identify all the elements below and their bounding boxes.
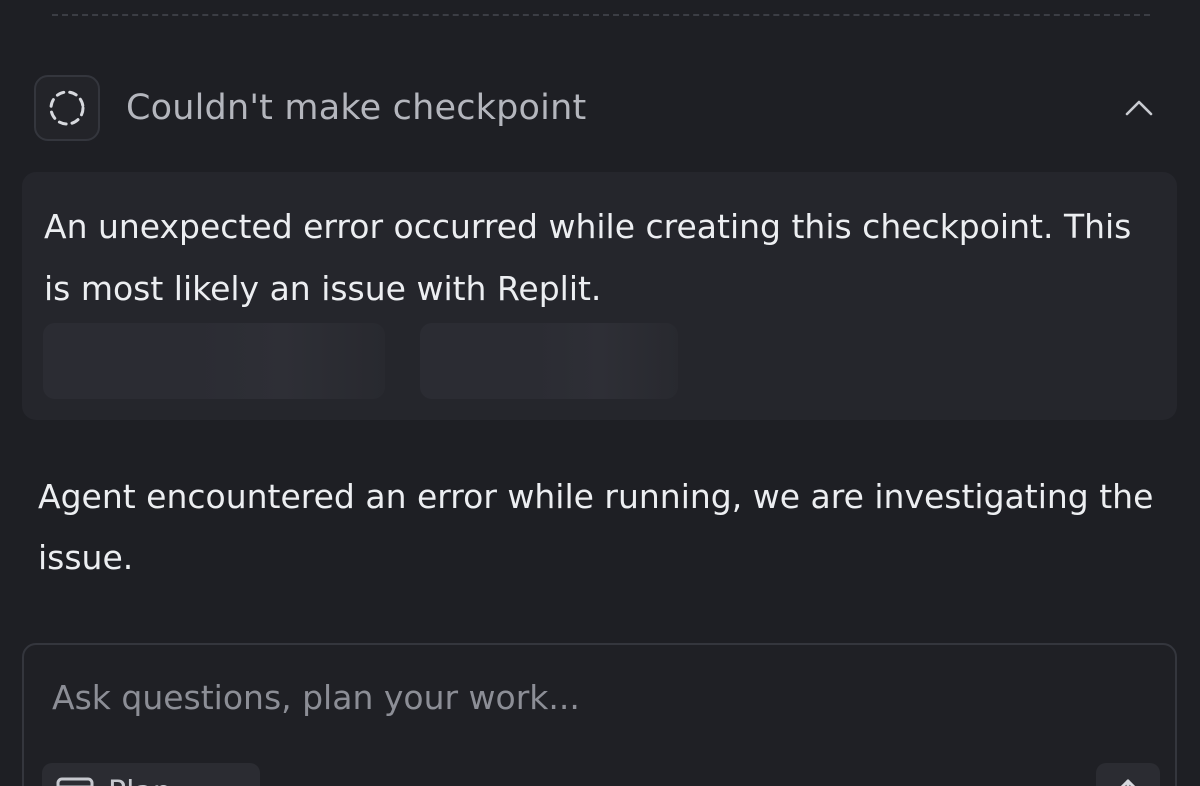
chat-composer: Plan bbox=[22, 643, 1177, 786]
window-icon bbox=[56, 777, 94, 786]
collapse-button[interactable] bbox=[1114, 83, 1164, 133]
dashed-divider bbox=[52, 14, 1150, 16]
chat-input[interactable] bbox=[52, 671, 1132, 723]
agent-chat-panel: Couldn't make checkpoint An unexpected e… bbox=[0, 0, 1200, 786]
plan-mode-label: Plan bbox=[108, 775, 172, 786]
checkpoint-title: Couldn't make checkpoint bbox=[126, 88, 587, 128]
chevron-up-icon bbox=[1125, 100, 1153, 116]
send-button[interactable] bbox=[1096, 763, 1160, 786]
loading-placeholder bbox=[420, 323, 678, 399]
loading-placeholder bbox=[43, 323, 385, 399]
checkpoint-status bbox=[34, 75, 100, 141]
checkpoint-header[interactable]: Couldn't make checkpoint bbox=[34, 74, 1164, 142]
plan-mode-button[interactable]: Plan bbox=[42, 763, 260, 786]
agent-error-message: Agent encountered an error while running… bbox=[38, 477, 1154, 577]
dashed-circle-icon bbox=[49, 90, 85, 126]
arrow-up-icon bbox=[1120, 779, 1136, 786]
checkpoint-error-message: An unexpected error occurred while creat… bbox=[44, 207, 1132, 308]
checkpoint-error-card: An unexpected error occurred while creat… bbox=[22, 172, 1177, 420]
